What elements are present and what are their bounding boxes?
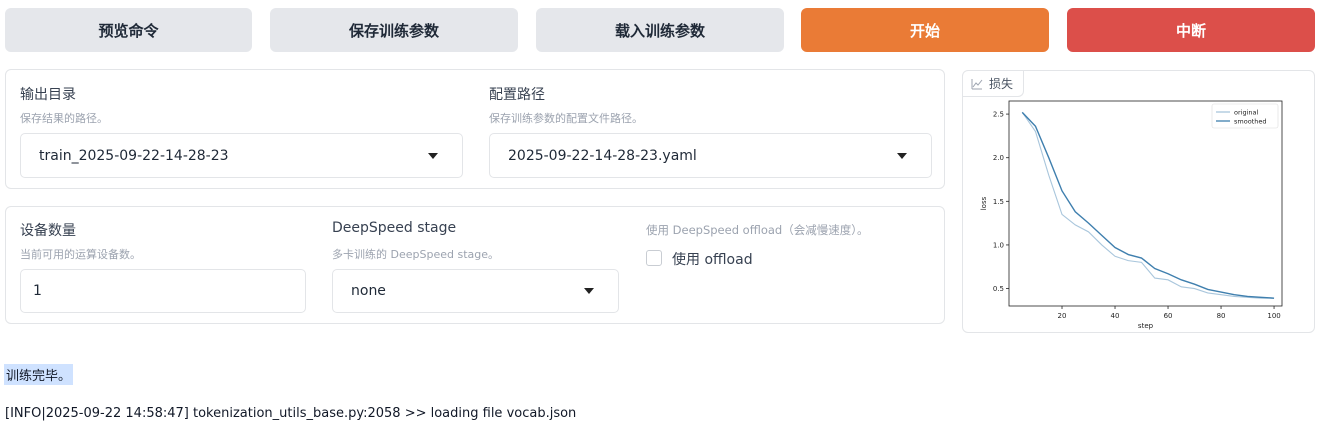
chart-icon — [971, 78, 983, 89]
abort-button[interactable]: 中断 — [1067, 8, 1315, 52]
loss-plot-tab-label: 损失 — [989, 77, 1014, 91]
x-tick-label: 100 — [1267, 312, 1280, 320]
loss-chart: 20 40 60 80 100 0.5 1.0 1.5 2.0 2.5 step loss origin… — [980, 100, 1283, 330]
chevron-down-icon — [428, 152, 438, 159]
legend-label-smoothed: smoothed — [1234, 118, 1266, 126]
config-path-label: 配置路径 — [489, 87, 545, 103]
y-tick-label: 2.5 — [993, 111, 1004, 119]
chevron-down-icon — [584, 288, 594, 294]
output-dir-select[interactable]: train_2025-09-22-14-28-23 — [20, 133, 463, 178]
paths-panel: 输出目录 保存结果的路径。 train_2025-09-22-14-28-23 … — [5, 69, 945, 189]
ds-stage-info: 多卡训练的 DeepSpeed stage。 — [332, 248, 499, 261]
chevron-down-icon — [897, 152, 907, 159]
series-line-original — [1021, 112, 1275, 299]
config-path-info: 保存训练参数的配置文件路径。 — [489, 112, 643, 125]
ds-stage-value: none — [351, 283, 386, 299]
device-count-value: 1 — [33, 283, 42, 299]
ds-offload-checkbox[interactable] — [646, 250, 662, 266]
start-button[interactable]: 开始 — [801, 8, 1049, 52]
x-tick-label: 20 — [1058, 312, 1067, 320]
save-args-button[interactable]: 保存训练参数 — [270, 8, 518, 52]
ds-offload-checkbox-label[interactable]: 使用 offload — [672, 249, 753, 269]
y-tick-label: 2.0 — [993, 154, 1004, 162]
x-tick-label: 60 — [1164, 312, 1173, 320]
loss-plot-panel: 损失 20 40 60 80 100 0.5 1.0 1.5 2.0 2.5 step loss ori… — [962, 70, 1315, 333]
y-tick-label: 0.5 — [993, 285, 1004, 293]
output-dir-label: 输出目录 — [20, 87, 76, 103]
preview-command-button[interactable]: 预览命令 — [5, 8, 252, 52]
y-axis-label: loss — [980, 196, 988, 210]
y-tick-label: 1.0 — [993, 241, 1004, 249]
device-count-info: 当前可用的运算设备数。 — [20, 248, 141, 261]
distributed-panel: 设备数量 当前可用的运算设备数。 1 DeepSpeed stage 多卡训练的… — [5, 206, 945, 324]
y-tick-label: 1.5 — [993, 198, 1004, 206]
config-path-select[interactable]: 2025-09-22-14-28-23.yaml — [489, 133, 932, 178]
ds-offload-info: 使用 DeepSpeed offload（会减慢速度）。 — [646, 223, 869, 237]
legend-label-original: original — [1234, 109, 1258, 117]
training-status-text: 训练完毕。 — [4, 364, 74, 385]
plot-frame — [1008, 100, 1283, 307]
x-tick-label: 80 — [1217, 312, 1226, 320]
device-count-label: 设备数量 — [20, 223, 76, 239]
log-output-line: [INFO|2025-09-22 14:58:47] tokenization_… — [5, 406, 577, 421]
x-tick-label: 40 — [1111, 312, 1120, 320]
ds-stage-label: DeepSpeed stage — [332, 220, 457, 236]
x-axis-label: step — [1138, 322, 1154, 330]
config-path-value: 2025-09-22-14-28-23.yaml — [508, 147, 697, 164]
output-dir-value: train_2025-09-22-14-28-23 — [39, 147, 229, 164]
output-dir-info: 保存结果的路径。 — [20, 112, 108, 125]
ds-stage-select[interactable]: none — [332, 269, 619, 313]
load-args-button[interactable]: 载入训练参数 — [536, 8, 784, 52]
device-count-input[interactable]: 1 — [20, 269, 306, 313]
